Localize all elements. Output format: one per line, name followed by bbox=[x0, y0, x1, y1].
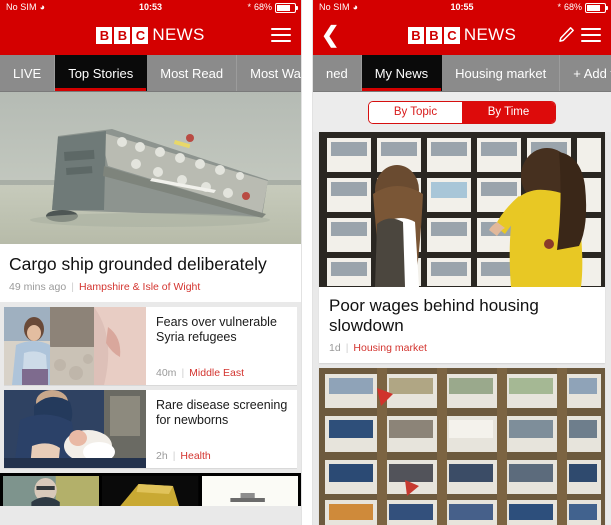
bbc-letter-b2: B bbox=[114, 26, 131, 44]
story-body-syria: Fears over vulnerable Syria refugees 40m… bbox=[146, 307, 297, 385]
bottom-thumb-1[interactable] bbox=[3, 475, 100, 506]
story-topic-newborn[interactable]: Health bbox=[180, 450, 210, 462]
battery-icon bbox=[585, 2, 608, 13]
right-nav-bar: ❮ B B C NEWS bbox=[313, 15, 611, 55]
left-content-scroll[interactable]: Cargo ship grounded deliberately 49 mins… bbox=[0, 92, 301, 525]
left-nav-bar: B B C NEWS bbox=[0, 15, 301, 55]
story-age-newborn: 2h bbox=[156, 449, 168, 462]
right-phone-screenshot: No SIM ◕ 10:55 * 68% ❮ B B C NEWS ned My… bbox=[313, 0, 611, 525]
sort-control-row: By Topic By Time bbox=[313, 92, 611, 132]
bbc-letter-b1: B bbox=[407, 26, 424, 44]
lead-story-meta: 49 mins ago | Hampshire & Isle of Wight bbox=[0, 281, 301, 302]
sort-segmented-control[interactable]: By Topic By Time bbox=[368, 100, 556, 124]
right-tab-strip[interactable]: ned My News Housing market + Add to bbox=[313, 55, 611, 92]
story-card-next[interactable] bbox=[319, 367, 605, 525]
battery-percent-label: 68% bbox=[253, 2, 272, 12]
logo-news-word: NEWS bbox=[152, 25, 205, 44]
tab-live[interactable]: LIVE bbox=[0, 55, 56, 91]
story-list-item-newborn[interactable]: Rare disease screening for newborns 2h |… bbox=[4, 389, 297, 468]
meta-separator: | bbox=[71, 280, 74, 293]
tab-most-watched[interactable]: Most Wat bbox=[237, 55, 301, 91]
battery-icon bbox=[275, 2, 298, 13]
bbc-news-logo: B B C NEWS bbox=[407, 25, 517, 45]
story-meta-syria: 40m | Middle East bbox=[156, 367, 289, 379]
pencil-edit-icon[interactable] bbox=[557, 26, 575, 44]
story-image-estate-agent-window bbox=[319, 132, 605, 287]
story-list-item-syria[interactable]: Fears over vulnerable Syria refugees 40m… bbox=[4, 306, 297, 385]
story-topic-syria[interactable]: Middle East bbox=[189, 367, 244, 379]
lead-story-topic[interactable]: Hampshire & Isle of Wight bbox=[79, 281, 200, 293]
story-card-housing[interactable]: Poor wages behind housing slowdown 1d | … bbox=[319, 132, 605, 363]
logo-news-word: NEWS bbox=[463, 25, 517, 44]
status-right-group: * 68% bbox=[247, 0, 298, 15]
tab-housing-market-label: Housing market bbox=[455, 65, 547, 81]
segment-by-topic[interactable]: By Topic bbox=[369, 101, 462, 123]
story-meta-newborn: 2h | Health bbox=[156, 450, 289, 462]
tab-my-news[interactable]: My News bbox=[361, 55, 443, 91]
tab-top-stories[interactable]: Top Stories bbox=[55, 55, 148, 91]
bbc-letter-blocks: B B C bbox=[407, 26, 460, 44]
story-image-shop-window bbox=[319, 367, 605, 525]
left-tab-strip[interactable]: LIVE Top Stories Most Read Most Wat bbox=[0, 55, 301, 92]
bbc-letter-c: C bbox=[443, 26, 460, 44]
meta-separator: | bbox=[345, 341, 349, 354]
screenshot-root: No SIM ◕ 10:53 * 68% B B C NEWS LIVE Top… bbox=[0, 0, 611, 525]
story-age-syria: 40m bbox=[156, 366, 177, 379]
lead-story-age: 49 mins ago bbox=[9, 280, 67, 293]
story-meta-housing: 1d | Housing market bbox=[319, 342, 605, 363]
lead-story-card[interactable]: Cargo ship grounded deliberately 49 mins… bbox=[0, 92, 301, 302]
tab-housing-market[interactable]: Housing market bbox=[442, 55, 561, 91]
right-content-scroll[interactable]: By Topic By Time Poor wages behind housi… bbox=[313, 92, 611, 525]
meta-separator: | bbox=[172, 449, 176, 462]
story-thumbnail-newborn bbox=[4, 389, 146, 468]
meta-separator: | bbox=[181, 366, 185, 379]
bbc-letter-b1: B bbox=[96, 26, 113, 44]
bbc-news-logo: B B C NEWS bbox=[96, 25, 204, 45]
segment-by-topic-label: By Topic bbox=[393, 106, 438, 118]
right-status-bar: No SIM ◕ 10:55 * 68% bbox=[313, 0, 611, 15]
story-headline-newborn: Rare disease screening for newborns bbox=[156, 397, 288, 428]
bbc-letter-b2: B bbox=[425, 26, 442, 44]
segment-by-time[interactable]: By Time bbox=[462, 101, 555, 123]
bluetooth-icon: * bbox=[557, 2, 561, 12]
tab-my-news-label: My News bbox=[374, 65, 429, 81]
tab-most-read[interactable]: Most Read bbox=[147, 55, 238, 91]
bottom-thumb-3[interactable] bbox=[201, 475, 298, 506]
tab-live-label: LIVE bbox=[13, 65, 42, 81]
tab-pinned-label: ned bbox=[326, 65, 348, 81]
story-headline-syria: Fears over vulnerable Syria refugees bbox=[156, 314, 277, 345]
left-phone-screenshot: No SIM ◕ 10:53 * 68% B B C NEWS LIVE Top… bbox=[0, 0, 301, 525]
hamburger-menu-icon[interactable] bbox=[581, 28, 601, 42]
tab-add-topic[interactable]: + Add to bbox=[560, 55, 611, 91]
story-thumbnail-syria bbox=[4, 306, 146, 385]
battery-percent-label: 68% bbox=[563, 2, 582, 12]
hamburger-menu-icon[interactable] bbox=[271, 28, 291, 42]
bbc-letter-blocks: B B C bbox=[96, 26, 149, 44]
story-age-housing: 1d bbox=[329, 341, 341, 354]
bottom-thumb-2[interactable] bbox=[102, 475, 199, 506]
bbc-letter-c: C bbox=[132, 26, 149, 44]
tab-top-stories-label: Top Stories bbox=[68, 65, 134, 81]
bottom-thumbnail-strip[interactable] bbox=[0, 472, 301, 506]
story-headline-housing: Poor wages behind housing slowdown bbox=[329, 296, 539, 336]
left-status-bar: No SIM ◕ 10:53 * 68% bbox=[0, 0, 301, 15]
segment-by-time-label: By Time bbox=[487, 106, 530, 118]
tab-most-read-label: Most Read bbox=[160, 65, 224, 81]
tab-add-topic-label: + Add to bbox=[573, 65, 611, 81]
tab-most-watched-label: Most Wat bbox=[250, 65, 301, 81]
story-body-newborn: Rare disease screening for newborns 2h |… bbox=[146, 390, 297, 468]
story-topic-housing[interactable]: Housing market bbox=[353, 342, 427, 354]
status-right-group: * 68% bbox=[557, 0, 608, 15]
lead-story-image bbox=[0, 92, 301, 244]
bluetooth-icon: * bbox=[247, 2, 251, 12]
tab-pinned[interactable]: ned bbox=[313, 55, 362, 91]
lead-story-headline: Cargo ship grounded deliberately bbox=[9, 254, 267, 274]
chevron-left-icon[interactable]: ❮ bbox=[321, 24, 339, 46]
